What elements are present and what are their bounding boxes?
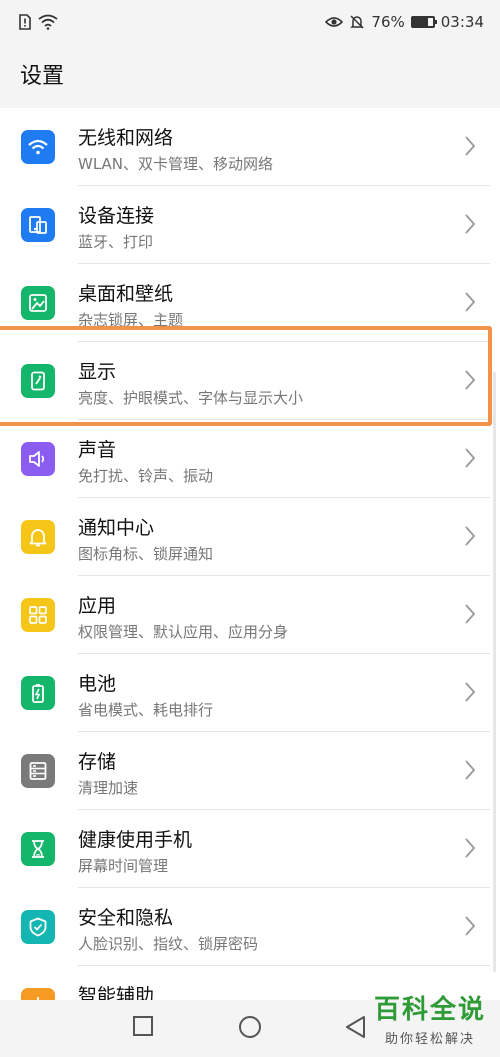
status-left [18,14,58,30]
settings-row-subtitle: 省电模式、耗电排行 [78,701,214,719]
settings-row[interactable]: 声音免打扰、铃声、振动 [0,420,500,498]
chevron-right-icon [465,526,476,546]
watermark-title: 百科全说 [373,995,486,1025]
battery-icon [410,16,437,28]
settings-row-title: 安全和隐私 [78,907,174,929]
settings-row-subtitle: 蓝牙、打印 [78,233,154,251]
sim-alert-icon [19,14,31,30]
settings-row-subtitle: WLAN、双卡管理、移动网络 [78,155,274,173]
settings-row-subtitle: 权限管理、默认应用、应用分身 [78,623,289,641]
settings-row-title: 设备连接 [78,205,155,227]
chevron-right-icon [465,448,476,468]
bell-icon [21,520,55,554]
settings-row[interactable]: 健康使用手机屏幕时间管理 [0,810,500,888]
chevron-right-icon [465,838,476,858]
chevron-right-icon [465,604,476,624]
settings-row[interactable]: 电池省电模式、耗电排行 [0,654,500,732]
settings-row-title: 存储 [78,751,117,773]
storage-icon [21,754,55,788]
apps-grid-icon [21,598,55,632]
settings-row[interactable]: 通知中心图标角标、锁屏通知 [0,498,500,576]
settings-row[interactable]: 无线和网络 WLAN、双卡管理、移动网络 [0,108,500,186]
chevron-right-icon [465,136,476,156]
clock: 03:34 [440,13,484,31]
battery-percent: 76% [371,13,405,31]
chevron-right-icon [465,214,476,234]
eye-comfort-icon [325,17,344,27]
settings-row[interactable]: 应用权限管理、默认应用、应用分身 [0,576,500,654]
status-right: 76% 03:34 [325,13,484,31]
battery-fill [412,18,428,26]
status-bar: 76% 03:34 [0,0,500,44]
settings-row-subtitle: 屏幕时间管理 [78,857,169,875]
chevron-right-icon [465,916,476,936]
home-icon[interactable] [238,1015,262,1039]
settings-row-title: 无线和网络 [78,127,174,149]
chevron-right-icon [465,760,476,780]
hourglass-icon [21,832,55,866]
chevron-right-icon [465,682,476,702]
page-title: 设置 [20,64,65,89]
settings-row[interactable]: 安全和隐私人脸识别、指纹、锁屏密码 [0,888,500,966]
chevron-right-icon [465,292,476,312]
settings-row[interactable]: 存储 清理加速 [0,732,500,810]
settings-row-title: 桌面和壁纸 [78,283,174,305]
watermark-subtitle: 助你轻松解决 [384,1032,475,1047]
highlight-annotation [0,326,492,426]
settings-row[interactable]: 设备连接 蓝牙、打印 [0,186,500,264]
smart-assist-icon [21,988,55,1000]
settings-row-title: 电池 [78,673,117,695]
device-connect-icon [21,208,55,242]
settings-row-subtitle: 免打扰、铃声、振动 [78,467,214,485]
watermark-logo: 百科全说 助你轻松解决 [374,989,486,1047]
settings-row-title: 通知中心 [78,517,155,539]
speaker-icon [21,442,55,476]
mute-bell-icon [350,15,365,29]
settings-list[interactable]: 无线和网络 WLAN、双卡管理、移动网络 设备连接 蓝牙、打印 桌面和壁纸 杂志锁屏、主题… [0,108,500,1000]
back-icon[interactable] [344,1015,366,1039]
settings-row-subtitle: 人脸识别、指纹、锁屏密码 [78,935,259,953]
wallpaper-icon [21,286,55,320]
shield-icon [21,910,55,944]
settings-row-subtitle: 清理加速 [78,779,139,797]
settings-row-subtitle: 图标角标、锁屏通知 [78,545,214,563]
settings-row-title: 智能辅助 [78,985,155,1000]
settings-row-title: 应用 [78,595,117,617]
navigation-bar: 百科全说 助你轻松解决 [0,995,500,1057]
wifi-icon [38,14,58,30]
wifi-icon [21,130,55,164]
recent-apps-icon[interactable] [132,1015,154,1037]
battery-icon [21,676,55,710]
settings-row-title: 健康使用手机 [78,829,193,851]
settings-row-title: 声音 [78,439,117,461]
